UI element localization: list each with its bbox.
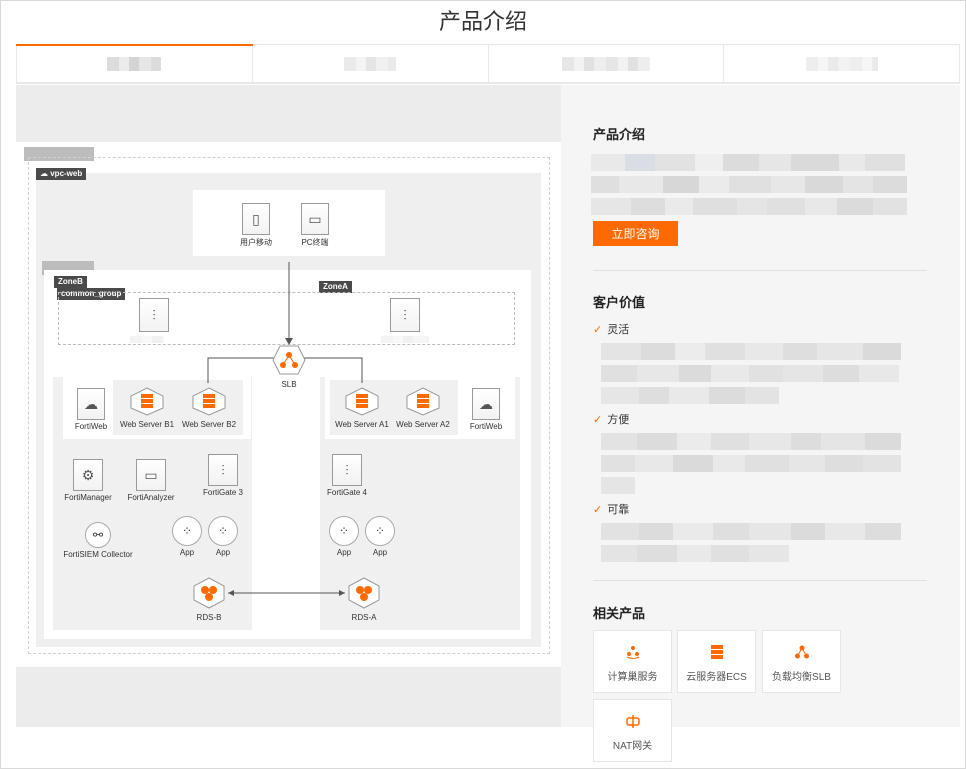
compute-nest-icon [626,646,639,659]
database-icon [348,577,380,609]
check-icon: ✓ [593,414,603,426]
rds-b-node: RDS-B [190,577,228,622]
value-item-2-label: 方便 [607,414,630,426]
fortimanager-label: FortiManager [64,493,112,502]
fortiweb-a-node: ☁ FortiWeb [465,388,507,431]
share-network-icon: ⚯ [85,522,111,548]
value-2-text-redacted [601,433,921,499]
fortiweb-b-label: FortiWeb [74,422,108,431]
app-icon: ⁘ [208,516,238,546]
related-card-label: 计算巢服务 [607,672,658,683]
related-card-label: 负载均衡SLB [772,672,831,683]
related-heading: 相关产品 [593,606,646,621]
app-node-b2: ⁘ App [207,516,239,557]
related-card-ecs[interactable]: 云服务器ECS [677,630,756,693]
server-icon [192,387,226,416]
fortianalyzer-node: ▭ FortiAnalyzer [124,459,178,502]
fortigate-4-label: FortiGate 4 [326,488,367,497]
fortianalyzer-label: FortiAnalyzer [127,493,175,502]
fortigate-3-label: FortiGate 3 [202,488,243,497]
fortigate-4-node: ⫶ FortiGate 4 [326,454,368,497]
web-server-a1-node: Web Server A1 [333,386,391,429]
cloud-icon: ☁ [77,388,105,420]
web-server-a2-node: Web Server A2 [394,386,452,429]
server-icon [130,387,164,416]
app-node-a2: ⁘ App [364,516,396,557]
app-label: App [215,548,231,557]
fortiweb-a-label: FortiWeb [469,422,503,431]
value-1-text-redacted [601,343,921,409]
intro-heading: 产品介绍 [593,127,646,142]
related-card-label: 云服务器ECS [686,672,747,683]
rds-b-label: RDS-B [196,613,222,622]
app-label: App [372,548,388,557]
value-heading: 客户价值 [593,295,646,310]
app-node-b1: ⁘ App [171,516,203,557]
ecs-server-icon [710,645,723,659]
web-server-a2-label: Web Server A2 [396,420,450,429]
divider-1 [593,270,927,271]
value-item-2: ✓ 方便 [593,411,629,427]
check-icon: ✓ [593,324,603,336]
rds-a-label: RDS-A [351,613,377,622]
fortisiem-node: ⚯ FortiSIEM Collector [62,522,134,559]
user-gear-icon: ⚙ [73,459,103,491]
related-card-slb[interactable]: 负载均衡SLB [762,630,841,693]
database-icon [193,577,225,609]
app-icon: ⁘ [365,516,395,546]
intro-text-redacted [591,154,915,220]
web-server-b2-label: Web Server B2 [181,420,237,429]
app-icon: ⁘ [329,516,359,546]
slb-icon [272,345,306,375]
nat-gateway-icon [625,715,640,728]
server-icon [345,387,379,416]
web-server-b1-node: Web Server B1 [118,386,176,429]
firewall-icon: ⫶ [208,454,238,486]
value-item-3: ✓ 可靠 [593,501,629,517]
check-icon: ✓ [593,504,603,516]
monitor-icon: ▭ [136,459,166,491]
divider-2 [593,580,927,581]
value-item-1-label: 灵活 [607,324,630,336]
web-server-b2-node: Web Server B2 [180,386,238,429]
related-card-compute-nest[interactable]: 计算巢服务 [593,630,672,693]
related-card-label: NAT网关 [612,741,653,752]
app-label: App [179,548,195,557]
app-node-a1: ⁘ App [328,516,360,557]
slb-label: SLB [281,380,297,389]
fortiweb-b-node: ☁ FortiWeb [70,388,112,431]
firewall-icon: ⫶ [332,454,362,486]
app-icon: ⁘ [172,516,202,546]
slb-icon [794,645,809,659]
related-card-nat[interactable]: NAT网关 [593,699,672,762]
web-server-a1-label: Web Server A1 [335,420,389,429]
slb-node: SLB [268,344,310,389]
web-server-b1-label: Web Server B1 [119,420,175,429]
fortisiem-label: FortiSIEM Collector [63,550,133,559]
app-label: App [336,548,352,557]
cloud-icon: ☁ [472,388,500,420]
consult-button[interactable]: 立即咨询 [593,221,678,246]
value-3-text-redacted [601,523,921,567]
server-icon [406,387,440,416]
fortigate-3-node: ⫶ FortiGate 3 [200,454,246,497]
rds-a-node: RDS-A [345,577,383,622]
value-item-1: ✓ 灵活 [593,321,629,337]
fortimanager-node: ⚙ FortiManager [62,459,114,502]
value-item-3-label: 可靠 [607,504,630,516]
